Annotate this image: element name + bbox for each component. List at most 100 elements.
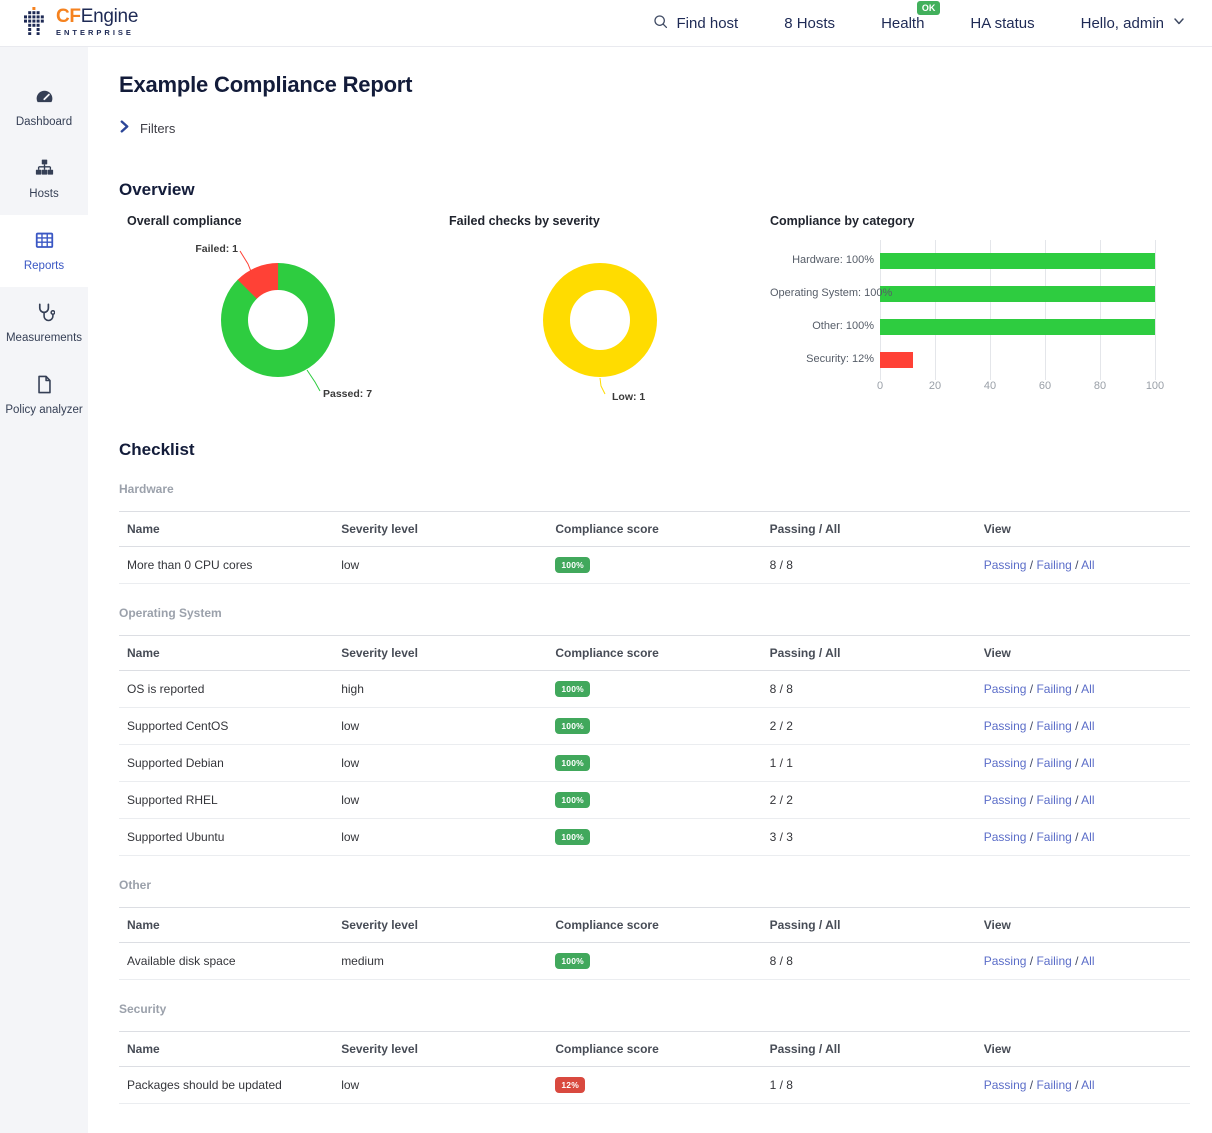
view-passing-link[interactable]: Passing bbox=[984, 1078, 1027, 1092]
table-row: Supported Ubuntulow100%3 / 3Passing / Fa… bbox=[119, 819, 1190, 856]
check-name: More than 0 CPU cores bbox=[119, 547, 333, 584]
column-header: Passing / All bbox=[762, 512, 976, 547]
view-all-link[interactable]: All bbox=[1081, 1078, 1094, 1092]
view-passing-link[interactable]: Passing bbox=[984, 830, 1027, 844]
top-nav: Find host 8 Hosts Health OK HA status He… bbox=[652, 13, 1187, 34]
view-link-separator: / bbox=[1072, 719, 1081, 733]
bar-other bbox=[880, 319, 1155, 335]
view-links: Passing / Failing / All bbox=[976, 943, 1190, 980]
checklist-group: SecurityNameSeverity levelCompliance sco… bbox=[119, 1002, 1190, 1104]
compliance-score-badge: 100% bbox=[555, 829, 590, 845]
view-link-separator: / bbox=[1072, 558, 1081, 572]
sidebar-item-reports[interactable]: Reports bbox=[0, 215, 88, 287]
x-tick-label: 20 bbox=[921, 380, 949, 392]
filters-label: Filters bbox=[140, 121, 175, 136]
view-link-separator: / bbox=[1072, 830, 1081, 844]
view-failing-link[interactable]: Failing bbox=[1036, 682, 1071, 696]
view-failing-link[interactable]: Failing bbox=[1036, 954, 1071, 968]
sidebar-item-label: Policy analyzer bbox=[5, 404, 82, 416]
compliance-score-cell: 100% bbox=[547, 671, 761, 708]
stethoscope-icon bbox=[34, 302, 55, 323]
column-header: Passing / All bbox=[762, 908, 976, 943]
view-link-separator: / bbox=[1072, 682, 1081, 696]
view-all-link[interactable]: All bbox=[1081, 558, 1094, 572]
column-header: Compliance score bbox=[547, 1032, 761, 1067]
view-link-separator: / bbox=[1026, 830, 1036, 844]
view-failing-link[interactable]: Failing bbox=[1036, 719, 1071, 733]
view-failing-link[interactable]: Failing bbox=[1036, 793, 1071, 807]
view-failing-link[interactable]: Failing bbox=[1036, 1078, 1071, 1092]
table-row: More than 0 CPU coreslow100%8 / 8Passing… bbox=[119, 547, 1190, 584]
x-tick-label: 0 bbox=[866, 380, 894, 392]
gridline bbox=[1155, 240, 1156, 380]
view-failing-link[interactable]: Failing bbox=[1036, 830, 1071, 844]
view-passing-link[interactable]: Passing bbox=[984, 682, 1027, 696]
view-all-link[interactable]: All bbox=[1081, 954, 1094, 968]
sidebar-item-hosts[interactable]: Hosts bbox=[0, 143, 88, 215]
compliance-score-cell: 100% bbox=[547, 708, 761, 745]
passing-all-value: 8 / 8 bbox=[762, 547, 976, 584]
compliance-score-badge: 100% bbox=[555, 953, 590, 969]
view-link-separator: / bbox=[1072, 954, 1081, 968]
view-passing-link[interactable]: Passing bbox=[984, 793, 1027, 807]
passing-all-value: 2 / 2 bbox=[762, 708, 976, 745]
table-row: OS is reportedhigh100%8 / 8Passing / Fai… bbox=[119, 671, 1190, 708]
health-link[interactable]: Health OK bbox=[881, 15, 924, 32]
column-header: View bbox=[976, 908, 1190, 943]
hosts-count-link[interactable]: 8 Hosts bbox=[784, 15, 835, 32]
check-name: Supported Ubuntu bbox=[119, 819, 333, 856]
view-all-link[interactable]: All bbox=[1081, 830, 1094, 844]
pie-label-failed: Failed: 1 bbox=[158, 243, 238, 255]
checklist-table: NameSeverity levelCompliance scorePassin… bbox=[119, 907, 1190, 980]
view-failing-link[interactable]: Failing bbox=[1036, 756, 1071, 770]
view-passing-link[interactable]: Passing bbox=[984, 719, 1027, 733]
compliance-score-cell: 100% bbox=[547, 819, 761, 856]
report-table-icon bbox=[34, 230, 55, 251]
table-row: Supported Debianlow100%1 / 1Passing / Fa… bbox=[119, 745, 1190, 782]
bar-category-label: Security: 12% bbox=[770, 353, 874, 365]
table-row: Supported CentOSlow100%2 / 2Passing / Fa… bbox=[119, 708, 1190, 745]
view-passing-link[interactable]: Passing bbox=[984, 756, 1027, 770]
sidebar-item-label: Reports bbox=[24, 260, 64, 272]
bar-hardware bbox=[880, 253, 1155, 269]
filters-toggle[interactable]: Filters bbox=[119, 120, 175, 136]
view-links: Passing / Failing / All bbox=[976, 745, 1190, 782]
sidebar-item-policy-analyzer[interactable]: Policy analyzer bbox=[0, 359, 88, 431]
column-header: Compliance score bbox=[547, 908, 761, 943]
checklist-group: HardwareNameSeverity levelCompliance sco… bbox=[119, 482, 1190, 584]
column-header: Severity level bbox=[333, 636, 547, 671]
view-passing-link[interactable]: Passing bbox=[984, 558, 1027, 572]
overview-charts: Overall compliance Failed: 1 Passed: 7 F… bbox=[119, 214, 1190, 416]
column-header: Compliance score bbox=[547, 636, 761, 671]
cfengine-logo[interactable]: CFEngine ENTERPRISE bbox=[24, 7, 138, 40]
column-header: Passing / All bbox=[762, 636, 976, 671]
view-links: Passing / Failing / All bbox=[976, 671, 1190, 708]
bar-category-label: Operating System: 100% bbox=[770, 287, 874, 299]
severity-level: high bbox=[333, 671, 547, 708]
health-status-badge: OK bbox=[917, 1, 941, 15]
view-all-link[interactable]: All bbox=[1081, 793, 1094, 807]
severity-level: low bbox=[333, 547, 547, 584]
view-all-link[interactable]: All bbox=[1081, 682, 1094, 696]
main-content: Example Compliance Report Filters Overvi… bbox=[88, 47, 1212, 1133]
view-all-link[interactable]: All bbox=[1081, 756, 1094, 770]
view-passing-link[interactable]: Passing bbox=[984, 954, 1027, 968]
x-tick-label: 80 bbox=[1086, 380, 1114, 392]
sidebar-item-measurements[interactable]: Measurements bbox=[0, 287, 88, 359]
view-failing-link[interactable]: Failing bbox=[1036, 558, 1071, 572]
sidebar-item-dashboard[interactable]: Dashboard bbox=[0, 71, 88, 143]
ha-status-link[interactable]: HA status bbox=[970, 15, 1034, 32]
column-header: Name bbox=[119, 908, 333, 943]
table-row: Packages should be updatedlow12%1 / 8Pas… bbox=[119, 1067, 1190, 1104]
severity-level: low bbox=[333, 708, 547, 745]
find-host-search[interactable]: Find host bbox=[652, 13, 739, 34]
user-menu[interactable]: Hello, admin bbox=[1081, 14, 1186, 32]
find-host-label: Find host bbox=[677, 15, 739, 32]
column-header: Severity level bbox=[333, 1032, 547, 1067]
failed-checks-severity-chart: Failed checks by severity Low: 1 bbox=[441, 214, 761, 414]
cfengine-logo-mark-icon bbox=[24, 7, 48, 40]
view-all-link[interactable]: All bbox=[1081, 719, 1094, 733]
overview-heading: Overview bbox=[119, 180, 1190, 200]
view-links: Passing / Failing / All bbox=[976, 782, 1190, 819]
check-name: Packages should be updated bbox=[119, 1067, 333, 1104]
